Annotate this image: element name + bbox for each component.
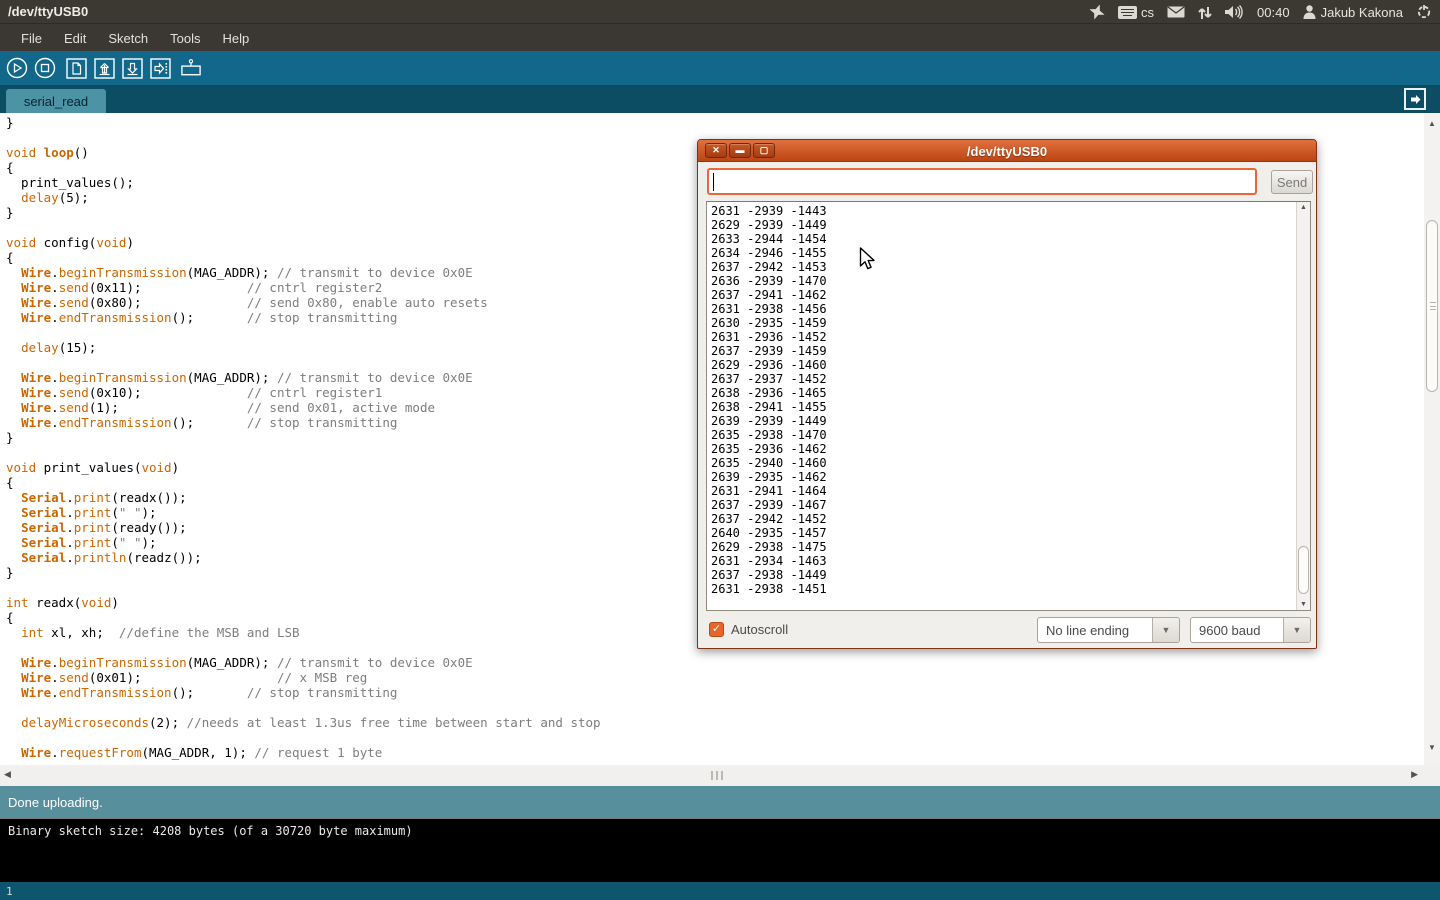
status-message: Done uploading. — [8, 795, 103, 810]
send-button-label: Send — [1277, 175, 1307, 190]
arduino-ide-desktop: /dev/ttyUSB0 cs 00:40 Jakub Kakona — [0, 0, 1440, 900]
serial-monitor-title: /dev/ttyUSB0 — [698, 140, 1316, 162]
autoscroll-label: Autoscroll — [731, 622, 788, 637]
open-button[interactable] — [93, 57, 115, 79]
window-minimize-button[interactable]: ▬ — [729, 143, 751, 158]
tab-label: serial_read — [24, 94, 88, 109]
serial-monitor-button[interactable] — [180, 57, 202, 79]
ide-toolbar — [0, 51, 1440, 85]
indicator-pinwheel-icon[interactable] — [1089, 4, 1105, 20]
serial-input-field[interactable] — [707, 168, 1257, 195]
user-menu[interactable]: Jakub Kakona — [1303, 5, 1403, 20]
volume-icon[interactable] — [1225, 5, 1244, 19]
desktop-top-panel: /dev/ttyUSB0 cs 00:40 Jakub Kakona — [0, 0, 1440, 24]
text-caret — [713, 173, 714, 191]
verify-button[interactable] — [6, 57, 28, 79]
upload-button[interactable] — [149, 57, 171, 79]
serial-output-text: 2631 -2939 -14432629 -2939 -14492633 -29… — [707, 202, 1310, 596]
build-console: Binary sketch size: 4208 bytes (of a 307… — [0, 818, 1440, 882]
save-button[interactable] — [121, 57, 143, 79]
line-ending-dropdown[interactable]: No line ending ▼ — [1037, 617, 1180, 643]
panel-clock[interactable]: 00:40 — [1257, 5, 1290, 20]
tab-arrow-icon — [1409, 93, 1422, 106]
editor-hscroll-thumb[interactable] — [711, 771, 723, 780]
scroll-down-arrow-icon[interactable]: ▼ — [1297, 601, 1310, 608]
user-name-label: Jakub Kakona — [1321, 5, 1403, 20]
mail-icon[interactable] — [1167, 6, 1185, 18]
console-text: Binary sketch size: 4208 bytes (of a 307… — [8, 824, 413, 838]
serial-output-area[interactable]: 2631 -2939 -14432629 -2939 -14492633 -29… — [706, 201, 1311, 611]
user-icon — [1303, 5, 1316, 19]
serial-vertical-scrollbar[interactable]: ▲ ▼ — [1296, 202, 1310, 610]
new-sketch-button[interactable] — [65, 57, 87, 79]
serial-monitor-icon — [180, 58, 202, 79]
stop-button[interactable] — [34, 57, 56, 79]
scroll-up-arrow-icon[interactable]: ▲ — [1424, 119, 1440, 128]
menu-edit[interactable]: Edit — [53, 26, 97, 51]
editor-horizontal-scrollbar[interactable]: ◀ ▶ — [0, 765, 1440, 786]
new-document-icon — [66, 58, 87, 79]
session-power-icon[interactable] — [1416, 4, 1432, 20]
line-number: 1 — [6, 885, 13, 898]
verify-play-icon — [6, 57, 28, 79]
minimize-icon: ▬ — [736, 146, 745, 155]
scroll-down-arrow-icon[interactable]: ▼ — [1424, 743, 1440, 752]
tab-strip: serial_read — [0, 85, 1440, 113]
editor-vscroll-thumb[interactable] — [1426, 220, 1438, 392]
upload-right-arrow-icon — [150, 58, 171, 79]
footer-strip: 1 — [0, 882, 1440, 900]
baud-rate-value: 9600 baud — [1191, 618, 1283, 642]
keyboard-layout-indicator[interactable]: cs — [1118, 5, 1154, 20]
maximize-icon: ▢ — [760, 146, 769, 155]
editor-vertical-scrollbar[interactable]: ▲ ▼ — [1424, 113, 1440, 765]
serial-monitor-window: /dev/ttyUSB0 ✕ ▬ ▢ Send 2631 -2939 -1443… — [697, 139, 1317, 649]
menu-file[interactable]: File — [10, 26, 53, 51]
line-ending-value: No line ending — [1038, 618, 1152, 642]
menu-help[interactable]: Help — [211, 26, 260, 51]
chevron-down-icon: ▼ — [1283, 618, 1310, 642]
chevron-down-icon: ▼ — [1152, 618, 1179, 642]
send-button[interactable]: Send — [1271, 170, 1313, 194]
close-icon: ✕ — [712, 146, 720, 155]
window-maximize-button[interactable]: ▢ — [753, 143, 775, 158]
tab-menu-button[interactable] — [1404, 88, 1426, 110]
menu-tools[interactable]: Tools — [159, 26, 211, 51]
serial-vscroll-thumb[interactable] — [1298, 546, 1309, 594]
mouse-cursor — [859, 247, 876, 277]
baud-rate-dropdown[interactable]: 9600 baud ▼ — [1190, 617, 1311, 643]
menu-sketch[interactable]: Sketch — [97, 26, 159, 51]
keyboard-layout-icon — [1118, 6, 1137, 19]
window-close-button[interactable]: ✕ — [705, 143, 727, 158]
serial-monitor-controls: ✓ Autoscroll No line ending ▼ 9600 baud … — [698, 611, 1316, 650]
status-bar: Done uploading. — [0, 786, 1440, 818]
scroll-left-arrow-icon[interactable]: ◀ — [4, 769, 11, 780]
menubar: FileEditSketchToolsHelp — [0, 25, 1440, 51]
check-icon: ✓ — [712, 623, 721, 635]
panel-window-title: /dev/ttyUSB0 — [8, 4, 88, 19]
network-arrows-icon[interactable] — [1198, 5, 1212, 20]
scroll-right-arrow-icon[interactable]: ▶ — [1411, 769, 1418, 780]
open-up-arrow-icon — [94, 58, 115, 79]
scroll-up-arrow-icon[interactable]: ▲ — [1297, 204, 1310, 211]
tab-serial-read[interactable]: serial_read — [6, 89, 106, 113]
save-down-arrow-icon — [122, 58, 143, 79]
autoscroll-checkbox[interactable]: ✓ — [709, 622, 724, 637]
stop-square-icon — [34, 57, 56, 79]
serial-monitor-titlebar[interactable]: /dev/ttyUSB0 ✕ ▬ ▢ — [698, 140, 1316, 162]
keyboard-layout-label: cs — [1141, 5, 1154, 20]
system-tray: cs 00:40 Jakub Kakona — [1089, 0, 1434, 24]
